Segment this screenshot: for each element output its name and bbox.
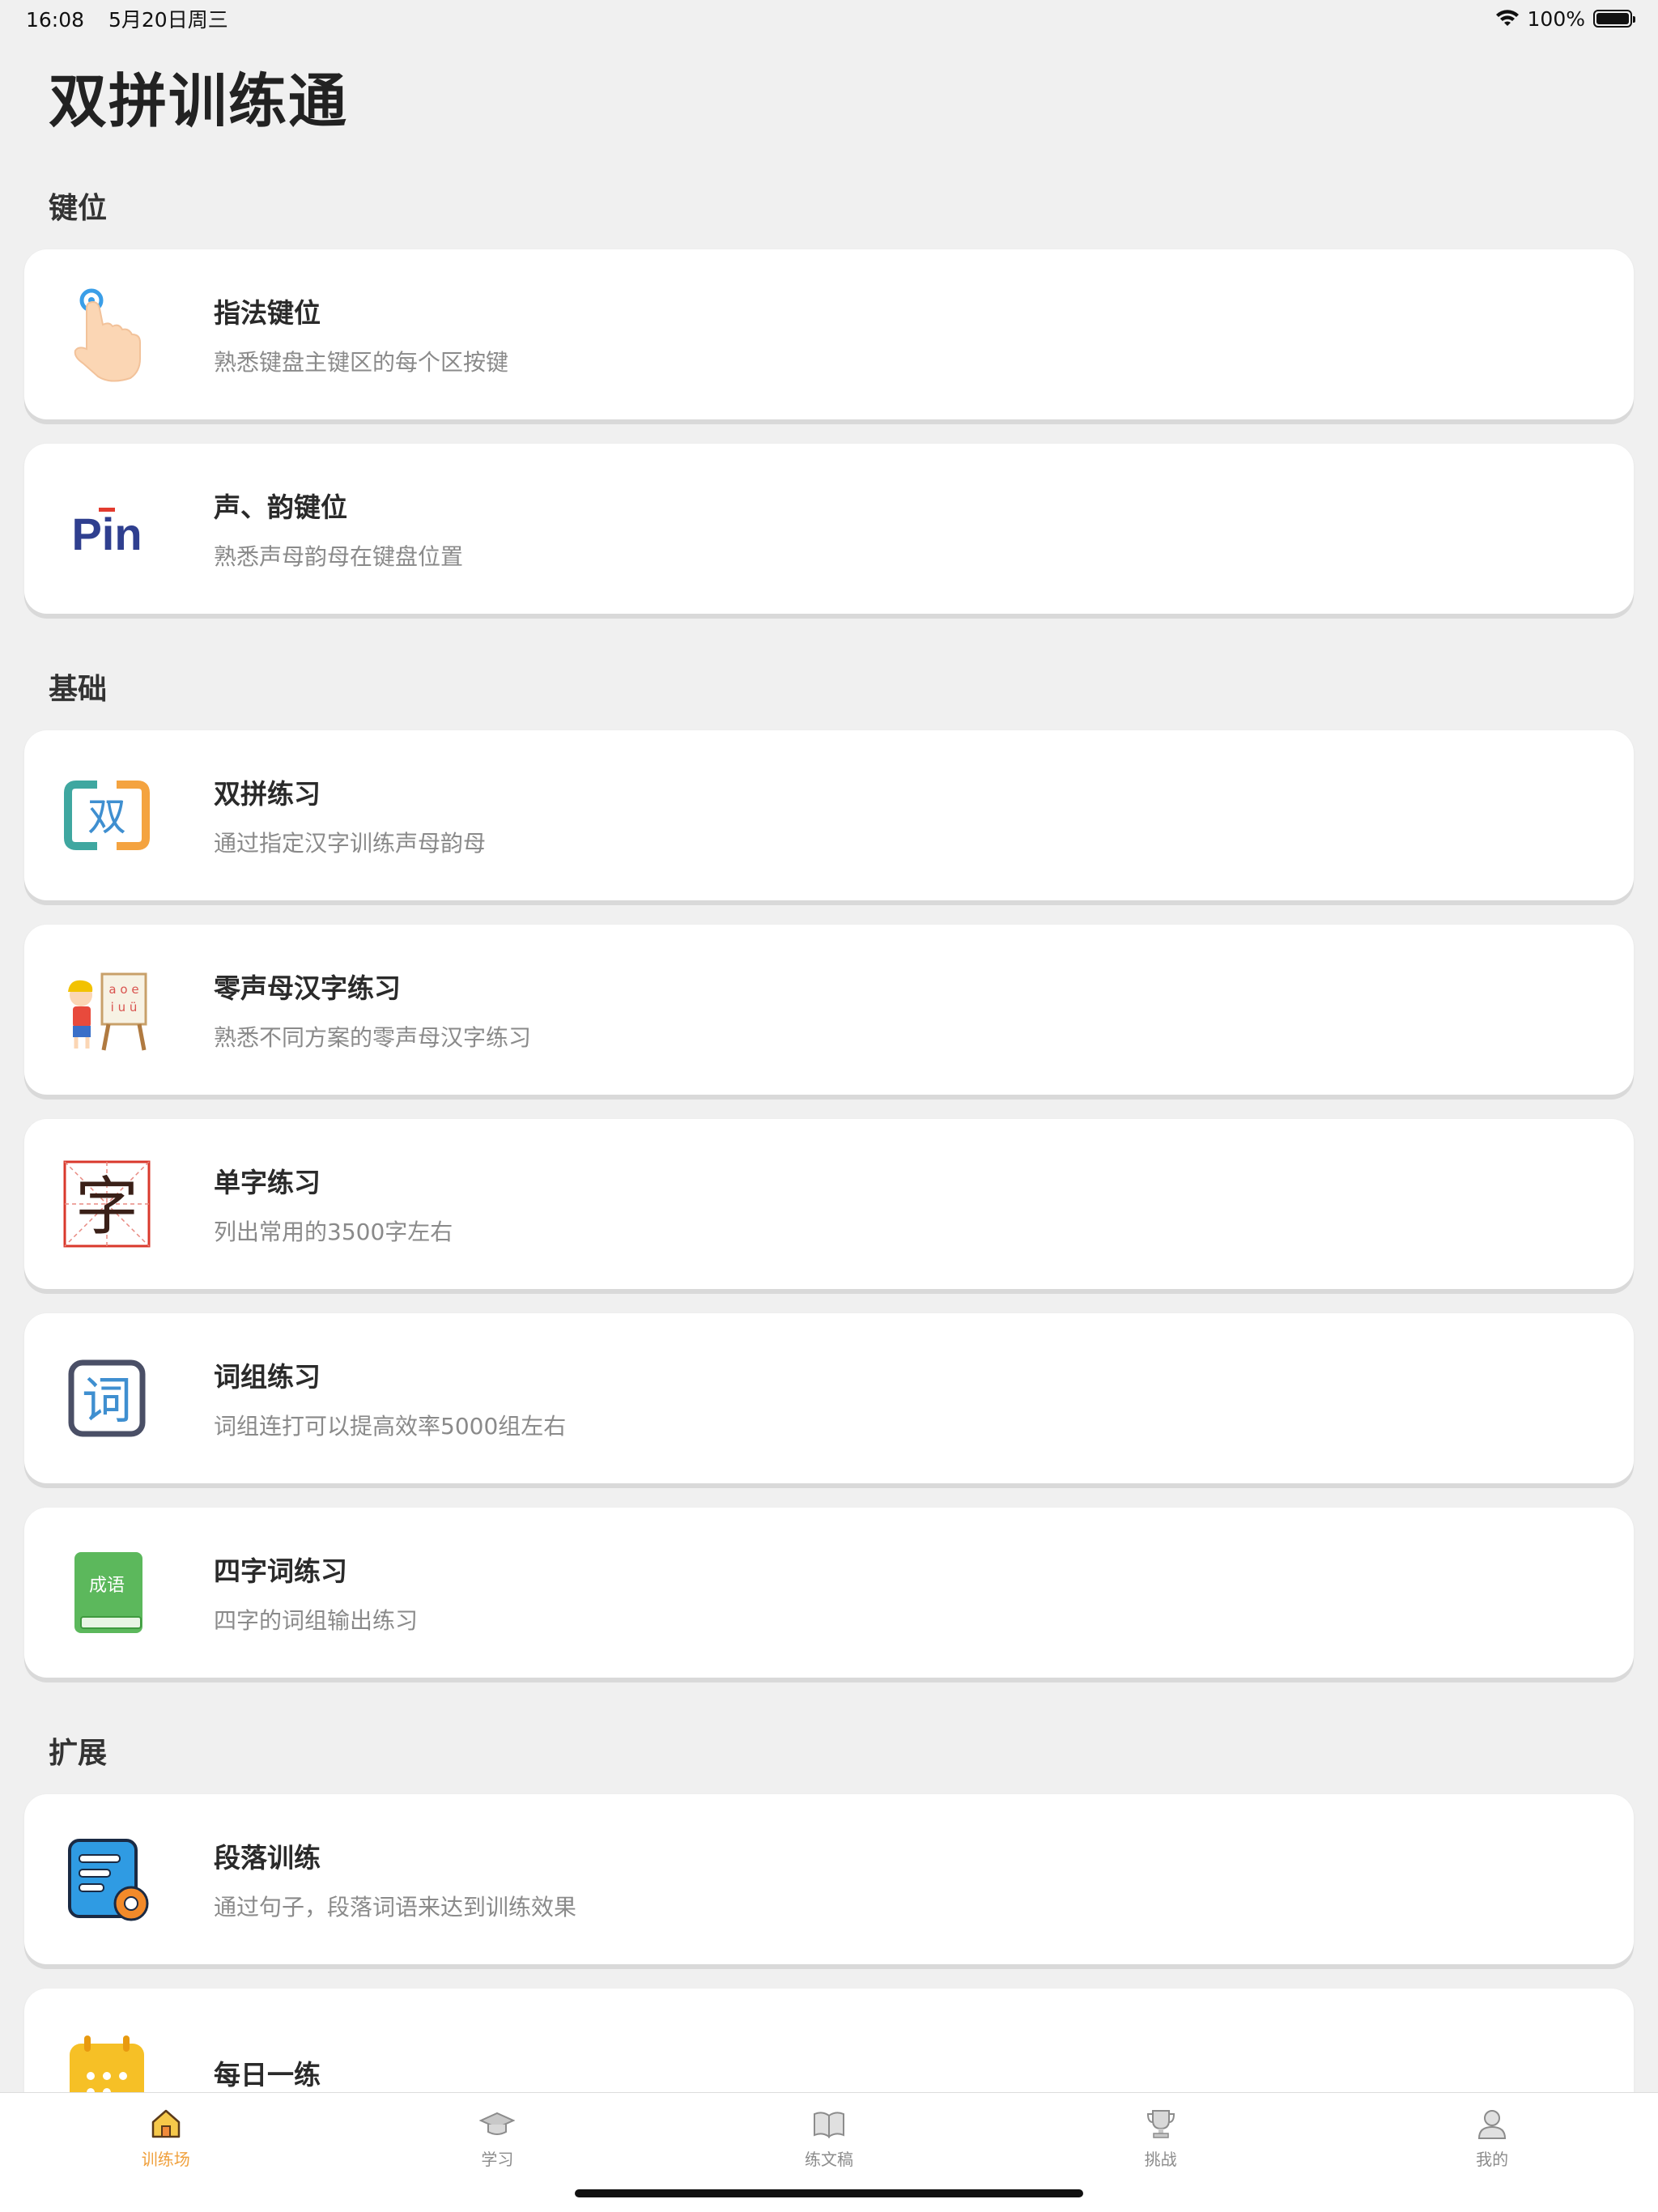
card-initials-finals[interactable]: Pin 声、韵键位 熟悉声母韵母在键盘位置 <box>24 444 1634 614</box>
zi-glyph: 字 <box>75 1171 138 1244</box>
card-idiom-practice[interactable]: 成语 四字词练习 四字的词组输出练习 <box>24 1508 1634 1678</box>
card-text: 指法键位 熟悉键盘主键区的每个区按键 <box>214 291 508 377</box>
tab-profile[interactable]: 我的 <box>1326 2093 1658 2212</box>
card-text: 零声母汉字练习 熟悉不同方案的零声母汉字练习 <box>214 967 531 1053</box>
card-subtitle: 熟悉声母韵母在键盘位置 <box>214 543 464 570</box>
status-bar: 16:08 5月20日周三 100% <box>0 0 1658 37</box>
status-date: 5月20日周三 <box>108 8 228 32</box>
wifi-icon <box>1495 10 1519 26</box>
pin-logo-icon: Pin <box>57 479 157 579</box>
idiom-book-icon: 成语 <box>57 1542 157 1643</box>
card-text: 四字词练习 四字的词组输出练习 <box>214 1550 418 1636</box>
section-title-keys: 键位 <box>49 192 108 225</box>
card-subtitle: 四字的词组输出练习 <box>214 1607 419 1634</box>
idiom-glyph: 成语 <box>89 1576 125 1596</box>
tab-label: 挑战 <box>1144 2150 1177 2169</box>
ci-glyph: 词 <box>82 1371 132 1430</box>
trophy-icon <box>1146 2110 1175 2138</box>
status-left: 16:08 5月20日周三 <box>26 4 246 33</box>
card-subtitle: 熟悉键盘主键区的每个区按键 <box>214 349 509 376</box>
tab-label: 训练场 <box>141 2150 190 2169</box>
page-title: 双拼训练通 <box>49 67 349 135</box>
card-text: 声、韵键位 熟悉声母韵母在键盘位置 <box>214 486 463 572</box>
card-paragraph-training[interactable]: 段落训练 通过句子，段落词语来达到训练效果 <box>24 1794 1634 1964</box>
card-shuangpin-practice[interactable]: 双 双拼练习 通过指定汉字训练声母韵母 <box>24 730 1634 900</box>
card-title: 四字词练习 <box>214 1555 347 1587</box>
shuang-glyph: 双 <box>87 794 126 840</box>
card-title: 词组练习 <box>214 1361 321 1393</box>
card-title: 每日一练 <box>214 2059 321 2091</box>
card-title: 段落训练 <box>214 1842 321 1874</box>
shuang-icon: 双 <box>57 765 157 866</box>
tab-label: 学习 <box>481 2150 514 2169</box>
zi-grid-icon: 字 <box>57 1154 157 1254</box>
card-finger-keys[interactable]: 指法键位 熟悉键盘主键区的每个区按键 <box>24 249 1634 419</box>
document-gear-icon <box>57 1829 157 1929</box>
easel-row-1: a o e <box>108 982 138 997</box>
user-icon <box>1478 2110 1507 2139</box>
graduation-cap-icon <box>479 2112 516 2135</box>
status-right: 100% <box>1495 6 1635 31</box>
card-text: 每日一练 <box>214 2053 321 2092</box>
card-subtitle: 通过指定汉字训练声母韵母 <box>214 830 487 857</box>
open-book-icon <box>813 2112 844 2138</box>
card-subtitle: 熟悉不同方案的零声母汉字练习 <box>214 1024 532 1051</box>
card-phrase-practice[interactable]: 词 词组练习 词组连打可以提高效率5000组左右 <box>24 1313 1634 1483</box>
tab-training[interactable]: 训练场 <box>0 2093 332 2212</box>
card-single-char-practice[interactable]: 字 单字练习 列出常用的3500字左右 <box>24 1119 1634 1289</box>
pin-logo-text: Pin <box>71 508 142 559</box>
card-text: 段落训练 通过句子，段落词语来达到训练效果 <box>214 1836 576 1922</box>
section-title-basics: 基础 <box>49 673 108 706</box>
tab-label: 我的 <box>1476 2150 1509 2169</box>
home-icon <box>151 2109 181 2138</box>
battery-icon <box>1593 10 1635 28</box>
card-title: 单字练习 <box>214 1167 321 1198</box>
ci-icon: 词 <box>57 1348 157 1448</box>
card-title: 双拼练习 <box>214 778 321 810</box>
finger-tap-icon <box>57 284 157 385</box>
card-subtitle: 列出常用的3500字左右 <box>214 1219 453 1245</box>
card-zero-initial-practice[interactable]: a o e i u ü 零声母汉字练习 熟悉不同方案的零声母汉字练习 <box>24 925 1634 1095</box>
battery-percent: 100% <box>1527 6 1585 31</box>
card-text: 单字练习 列出常用的3500字左右 <box>214 1161 453 1247</box>
child-easel-icon: a o e i u ü <box>57 959 157 1060</box>
status-time: 16:08 <box>26 8 85 32</box>
section-title-extend: 扩展 <box>49 1737 108 1770</box>
card-title: 声、韵键位 <box>214 491 347 523</box>
card-text: 词组练习 词组连打可以提高效率5000组左右 <box>214 1355 566 1441</box>
card-text: 双拼练习 通过指定汉字训练声母韵母 <box>214 772 486 858</box>
easel-row-2: i u ü <box>111 1000 138 1015</box>
tab-label: 练文稿 <box>804 2150 853 2169</box>
home-indicator[interactable] <box>575 2189 1083 2197</box>
card-subtitle: 通过句子，段落词语来达到训练效果 <box>214 1894 577 1921</box>
card-subtitle: 词组连打可以提高效率5000组左右 <box>214 1413 567 1440</box>
card-title: 零声母汉字练习 <box>214 972 401 1004</box>
card-title: 指法键位 <box>214 297 321 329</box>
